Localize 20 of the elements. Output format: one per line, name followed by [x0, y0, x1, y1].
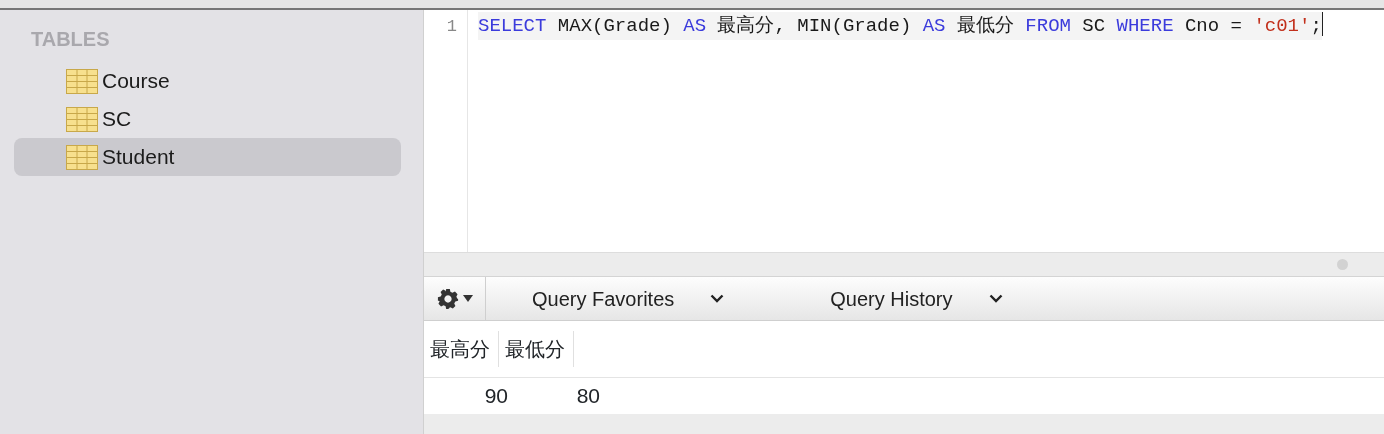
text-cursor [1321, 12, 1323, 36]
table-icon [66, 144, 98, 170]
column-header[interactable]: 最高分 [424, 331, 499, 367]
sidebar-item[interactable]: Student [14, 138, 401, 176]
column-header[interactable]: 最低分 [499, 331, 574, 367]
code-editor[interactable]: 1 SELECT MAX(Grade) AS 最高分, MIN(Grade) AS 最低分 FROM SC WHERE Cno = 'c01'; [424, 10, 1384, 252]
dropdown-menu-button[interactable]: Query Favorites [486, 277, 731, 320]
caret-icon [462, 295, 473, 302]
chevron-down-icon [710, 294, 725, 303]
settings-icon [436, 287, 459, 310]
section-heading: TABLES [30, 27, 111, 52]
sidebar-item[interactable]: SC [14, 100, 401, 138]
chevron-down-icon [988, 294, 1003, 303]
line-number: 1 [445, 16, 457, 38]
table-icon [66, 106, 98, 132]
dropdown-menu-button[interactable]: Query History [730, 277, 1009, 320]
sidebar-item[interactable]: Course [14, 62, 401, 100]
table-icon [66, 68, 98, 94]
table-cell-text: 90 [483, 383, 508, 410]
table-cell-text: 80 [575, 383, 600, 410]
